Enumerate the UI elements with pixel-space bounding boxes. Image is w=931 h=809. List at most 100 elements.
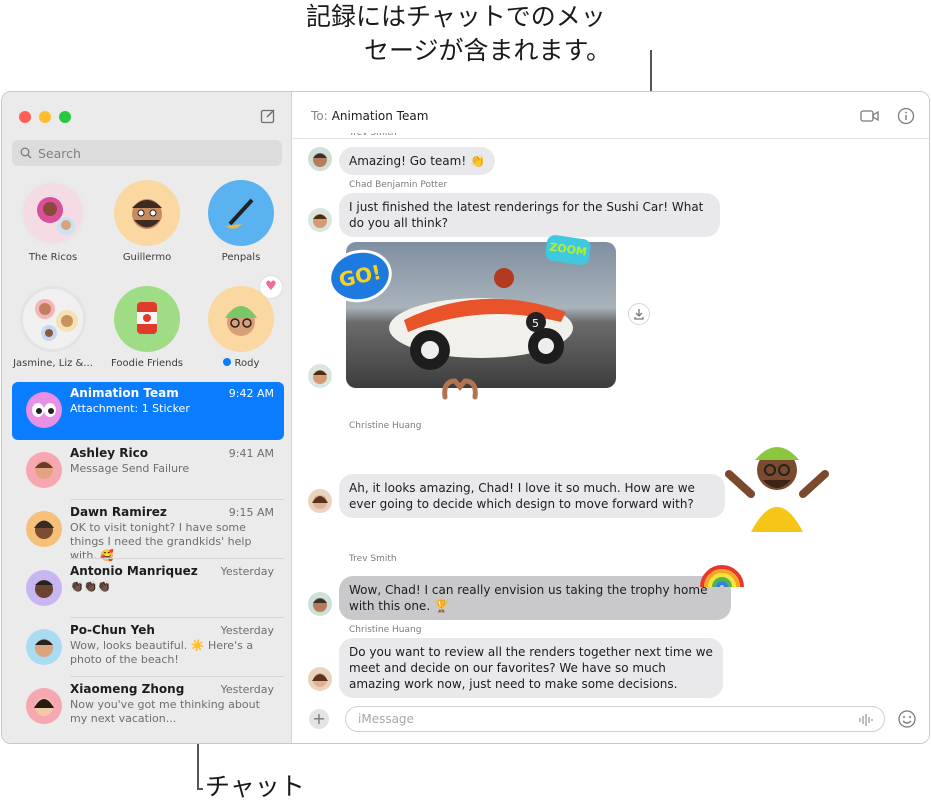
callout-transcript-line1: 記録にはチャットでのメッ: [306, 2, 606, 31]
pinned-the-ricos[interactable]: The Ricos: [7, 180, 99, 263]
search-placeholder: Search: [38, 145, 81, 161]
conversation-preview: Attachment: 1 Sticker: [70, 402, 190, 415]
close-button[interactable]: [19, 111, 31, 123]
conversation-time: 9:42 AM: [228, 387, 274, 400]
unread-dot-icon: [222, 358, 231, 366]
pinned-rody[interactable]: ♥ Rody: [195, 276, 287, 369]
pinned-foodie-friends[interactable]: Foodie Friends: [101, 286, 193, 369]
conversation-row[interactable]: Dawn Ramirez 9:15 AM OK to visit tonight…: [12, 501, 284, 562]
conversation-preview: Wow, looks beautiful. ☀️ Here's a photo …: [70, 639, 254, 666]
conversation-time: 9:41 AM: [228, 447, 274, 460]
avatar: [26, 511, 62, 547]
avatar: [26, 570, 62, 606]
sender-name: Christine Huang: [349, 421, 422, 431]
audio-record-icon[interactable]: [858, 713, 874, 730]
minimize-button[interactable]: [39, 111, 51, 123]
info-icon[interactable]: [897, 107, 917, 125]
conversation-row[interactable]: Po-Chun Yeh Yesterday Wow, looks beautif…: [12, 619, 284, 677]
callout-transcript: 記録にはチャットでのメッ セージが含まれます。: [306, 0, 646, 68]
avatar: [26, 688, 62, 724]
svg-text:5: 5: [532, 317, 539, 330]
toolbar: To: Animation Team: [293, 92, 929, 139]
rainbow-sticker-icon[interactable]: [698, 547, 746, 591]
sender-name: Chad Benjamin Potter: [349, 180, 448, 190]
avatar: [308, 364, 332, 388]
message-bubble[interactable]: I just finished the latest renderings fo…: [339, 193, 720, 237]
conversation-name: Antonio Manriquez: [70, 564, 198, 578]
callout-leader-bottom-h: [197, 788, 203, 790]
callout-chat: チャット: [205, 772, 305, 801]
conversation-name: Animation Team: [70, 386, 179, 400]
conversation-preview: OK to visit tonight? I have some things …: [70, 521, 252, 562]
avatar: [308, 147, 332, 171]
conversation-preview: Message Send Failure: [70, 462, 190, 475]
pinned-label: Rody: [195, 358, 287, 369]
video-call-icon[interactable]: [860, 107, 880, 125]
row-divider: [70, 499, 284, 500]
pinned-guillermo[interactable]: Guillermo: [101, 180, 193, 263]
search-icon: [20, 147, 32, 159]
avatar: [20, 286, 86, 352]
messages-window: Search The Ricos Guillermo Penpals Jasmi…: [1, 91, 930, 744]
message-bubble[interactable]: Do you want to review all the renders to…: [339, 638, 723, 698]
pinned-jasmine-liz[interactable]: Jasmine, Liz &...: [7, 286, 99, 369]
memoji-shrug-sticker-icon[interactable]: [721, 432, 833, 536]
avatar: [26, 629, 62, 665]
pinned-label: Jasmine, Liz &...: [13, 358, 93, 369]
conversation-time: Yesterday: [220, 683, 274, 696]
avatar: [114, 286, 180, 352]
conversation-name: Po-Chun Yeh: [70, 623, 155, 637]
avatar: ♥: [208, 276, 282, 352]
avatar: [308, 489, 332, 513]
avatar: [26, 452, 62, 488]
row-divider: [70, 558, 284, 559]
compose-bar: + iMessage: [293, 695, 929, 743]
conversation-row[interactable]: Antonio Manriquez Yesterday 👏🏿👏🏿👏🏿: [12, 560, 284, 618]
search-input[interactable]: Search: [12, 140, 282, 166]
message-input[interactable]: iMessage: [345, 706, 885, 732]
avatar: [208, 180, 274, 246]
avatar: [308, 667, 332, 691]
recipient-name: Animation Team: [331, 109, 429, 123]
conversation-row[interactable]: Xiaomeng Zhong Yesterday Now you've got …: [12, 678, 284, 736]
heart-badge-icon: ♥: [260, 276, 282, 298]
zoom-button[interactable]: [59, 111, 71, 123]
add-attachment-button[interactable]: +: [309, 709, 329, 729]
pinned-label-text: Rody: [234, 358, 260, 369]
message-input-placeholder: iMessage: [358, 712, 414, 726]
pinned-label: Guillermo: [122, 252, 172, 263]
conversation-row[interactable]: Animation Team 9:42 AM Attachment: 1 Sti…: [12, 382, 284, 440]
compose-icon[interactable]: [260, 108, 276, 124]
conversation-name: Ashley Rico: [70, 446, 148, 460]
callout-transcript-line2: セージが含まれます。: [364, 36, 612, 65]
pinned-label: Penpals: [221, 252, 261, 263]
recipient-field[interactable]: To: Animation Team: [311, 109, 428, 123]
avatar: [26, 392, 62, 428]
avatar: [20, 180, 86, 246]
conversation-time: 9:15 AM: [228, 506, 274, 519]
pinned-penpals[interactable]: Penpals: [195, 180, 287, 263]
row-divider: [70, 676, 284, 677]
sender-name: Trev Smith: [349, 133, 397, 138]
conversation-name: Xiaomeng Zhong: [70, 682, 185, 696]
avatar: [308, 592, 332, 616]
sidebar: Search The Ricos Guillermo Penpals Jasmi…: [2, 92, 292, 743]
conversation-name: Dawn Ramirez: [70, 505, 167, 519]
heart-hands-sticker-icon[interactable]: [441, 375, 479, 401]
emoji-picker-icon[interactable]: [897, 709, 917, 729]
transcript-pane: To: Animation Team Trev Smith Amazing! Go…: [293, 92, 929, 743]
conversation-row[interactable]: Ashley Rico 9:41 AM Message Send Failure: [12, 442, 284, 500]
message-bubble[interactable]: Ah, it looks amazing, Chad! I love it so…: [339, 474, 725, 518]
sender-name: Christine Huang: [349, 625, 422, 635]
save-attachment-icon[interactable]: [628, 303, 650, 325]
conversation-preview: Now you've got me thinking about my next…: [70, 698, 260, 725]
conversation-time: Yesterday: [220, 624, 274, 637]
to-label: To:: [311, 109, 328, 123]
row-divider: [70, 617, 284, 618]
pinned-label: Foodie Friends: [110, 358, 184, 369]
sender-name: Trev Smith: [349, 554, 397, 564]
message-bubble[interactable]: Wow, Chad! I can really envision us taki…: [339, 576, 731, 620]
pinned-label: The Ricos: [28, 252, 78, 263]
message-bubble[interactable]: Amazing! Go team! 👏: [339, 147, 495, 175]
conversation-time: Yesterday: [220, 565, 274, 578]
